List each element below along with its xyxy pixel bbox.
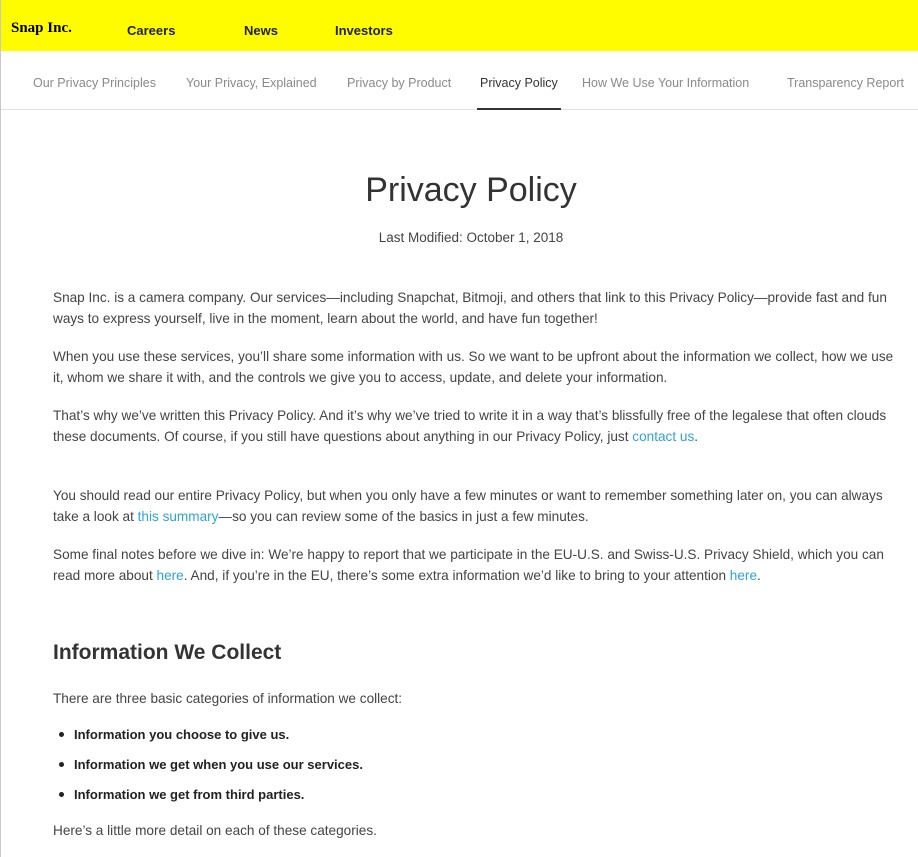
- subnav-our-privacy-principles[interactable]: Our Privacy Principles: [33, 76, 156, 90]
- intro-paragraph: Snap Inc. is a camera company. Our servi…: [53, 290, 887, 326]
- subnav-how-we-use-your-information[interactable]: How We Use Your Information: [582, 76, 749, 90]
- nav-careers-link[interactable]: Careers: [127, 23, 175, 38]
- privacy-subnav: Our Privacy Principles Your Privacy, Exp…: [1, 51, 918, 110]
- subnav-privacy-by-product[interactable]: Privacy by Product: [347, 76, 451, 90]
- section-outro: Here’s a little more detail on each of t…: [53, 823, 377, 838]
- list-item: Information we get from third parties.: [59, 784, 363, 814]
- bullet-icon: [59, 762, 64, 768]
- contact-us-link[interactable]: contact us: [632, 429, 694, 444]
- information-categories-list: Information you choose to give us. Infor…: [59, 724, 363, 814]
- eu-info-end: .: [757, 568, 761, 583]
- list-item-label: Information we get from third parties.: [74, 787, 305, 802]
- legalese-end: .: [694, 429, 699, 444]
- eu-info-text: . And, if you’re in the EU, there’s some…: [183, 568, 730, 583]
- section-intro: There are three basic categories of info…: [53, 691, 403, 706]
- subnav-your-privacy-explained[interactable]: Your Privacy, Explained: [186, 76, 317, 90]
- subnav-privacy-policy[interactable]: Privacy Policy: [480, 76, 558, 90]
- eu-info-here-link[interactable]: here: [730, 568, 757, 583]
- nav-news-link[interactable]: News: [244, 23, 278, 38]
- subnav-transparency-report[interactable]: Transparency Report: [787, 76, 904, 90]
- page-title: Privacy Policy: [365, 171, 577, 209]
- section-heading-information-we-collect: Information We Collect: [53, 641, 282, 664]
- summary-end: —so you can review some of the basics in…: [218, 509, 589, 524]
- nav-investors-link[interactable]: Investors: [335, 23, 393, 38]
- page: Snap Inc. Careers News Investors Our Pri…: [0, 0, 918, 857]
- summary-paragraph: You should read our entire Privacy Polic…: [53, 485, 903, 527]
- bullet-icon: [59, 792, 64, 798]
- bullet-icon: [59, 732, 64, 738]
- privacy-shield-here-link[interactable]: here: [157, 568, 184, 583]
- list-item-label: Information we get when you use our serv…: [74, 757, 363, 772]
- legalese-text: That’s why we’ve written this Privacy Po…: [53, 408, 887, 444]
- list-item-label: Information you choose to give us.: [74, 727, 290, 742]
- top-navigation-bar: Snap Inc. Careers News Investors: [1, 0, 918, 51]
- legalese-paragraph: That’s why we’ve written this Privacy Po…: [53, 405, 903, 447]
- snap-inc-logo[interactable]: Snap Inc.: [11, 20, 72, 37]
- list-item: Information you choose to give us.: [59, 724, 363, 754]
- sharing-paragraph: When you use these services, you’ll shar…: [53, 349, 894, 385]
- list-item: Information we get when you use our serv…: [59, 754, 363, 784]
- last-modified-date: Last Modified: October 1, 2018: [378, 230, 564, 245]
- privacy-shield-paragraph: Some final notes before we dive in: We’r…: [53, 544, 903, 586]
- this-summary-link[interactable]: this summary: [138, 509, 219, 524]
- active-tab-underline: [477, 108, 561, 110]
